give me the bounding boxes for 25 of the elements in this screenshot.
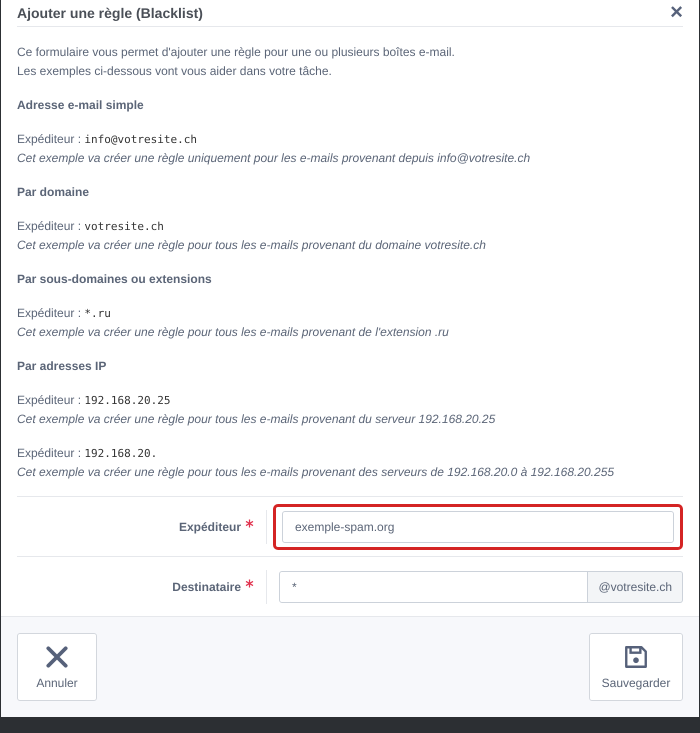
example-sender: Expéditeur : 192.168.20.25 [17,392,172,409]
save-button[interactable]: Sauvegarder [589,633,683,701]
field-label: Expéditeur [178,520,241,534]
section-heading: Par domaine [17,184,90,201]
section-heading: Adresse e-mail simple [17,97,145,114]
example-description: Cet exemple va créer une règle pour tous les e-mails provenant du serveur 192.168.20.25 [17,411,496,428]
example-sender: Expéditeur : votresite.ch [17,218,165,235]
domain-addon: @votresite.ch [588,570,683,602]
dialog-title: Ajouter une règle (Blacklist) [17,5,203,21]
example-description: Cet exemple va créer une règle pour tous les e-mails provenant de l'extension .ru [17,324,450,341]
close-icon [44,644,70,670]
example-sender: Expéditeur : 192.168.20. [17,445,158,462]
example-sender: Expéditeur : *.ru [17,305,112,322]
example-description: Cet exemple va créer une règle pour tous les e-mails provenant des serveurs de 192.168.20.0 à 192.168.20.255 [17,464,616,481]
example-description: Cet exemple va créer une règle uniquement pour les e-mails provenant depuis info@votresite.ch [17,150,532,167]
input-field[interactable]: exemple-spam.org [282,510,674,542]
intro-text: Ce formulaire vous permet d'ajouter une règle pour une ou plusieurs boîtes e-mail. Les exemples ci-dessous vont vous aider dans votre tâche. [17,44,456,80]
section-heading: Par sous-domaines ou extensions [17,271,213,288]
close-button[interactable]: × [670,1,683,25]
field-label: Destinataire [172,580,241,594]
example-sender: Expéditeur : info@votresite.ch [17,131,198,148]
input-field[interactable]: * [279,570,588,602]
section-heading: Par adresses IP [17,358,108,375]
example-description: Cet exemple va créer une règle pour tous les e-mails provenant du domaine votresite.ch [17,237,487,254]
cancel-button[interactable]: Annuler [17,633,97,701]
